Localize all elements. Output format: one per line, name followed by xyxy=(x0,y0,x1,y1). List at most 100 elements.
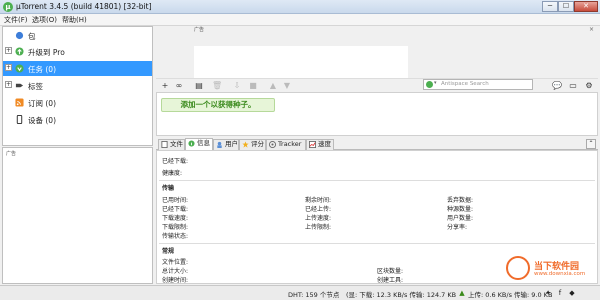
field-label: 分享率: xyxy=(447,224,468,231)
sidebar-item-label: 订阅 (0) xyxy=(28,99,57,108)
chat-icon[interactable]: 💬 xyxy=(552,81,562,91)
android-icon[interactable]: ◆ xyxy=(568,289,576,297)
transfer-section-title: 传输 xyxy=(162,185,175,192)
chevron-down-icon[interactable]: ▾ xyxy=(434,80,437,86)
sidebar-item-rss[interactable]: 订阅 (0) xyxy=(3,95,152,110)
delete-icon[interactable]: 🗑 xyxy=(212,81,222,91)
status-bar: DHT: 159 个节点 (显: 下载: 12.3 KB/s 传输: 124.7… xyxy=(0,285,600,300)
sidebar: 包 + 升级到 Pro + 任务 (0) + 标签 订阅 (0) 设备 (0) xyxy=(2,26,153,146)
divider xyxy=(159,243,595,244)
tab-files[interactable]: 文件 xyxy=(158,139,185,150)
close-button[interactable]: ✕ xyxy=(574,1,598,12)
tab-speed[interactable]: 速度 xyxy=(306,139,334,150)
twitter-icon[interactable]: ✦ xyxy=(544,289,552,297)
pro-icon xyxy=(15,47,24,56)
maximize-button[interactable]: ☐ xyxy=(558,1,574,12)
add-link-icon[interactable]: ∞ xyxy=(174,81,184,91)
utorrent-icon: µ xyxy=(3,2,13,12)
menu-file[interactable]: 文件(F) xyxy=(4,15,28,25)
facebook-icon[interactable]: f xyxy=(556,289,564,297)
sidebar-item-label: 升级到 Pro xyxy=(28,48,65,57)
upload-arrow-icon: ▲ xyxy=(459,289,465,297)
download-status[interactable]: (显: 下载: 12.3 KB/s 传输: 124.7 KB xyxy=(346,289,456,299)
field-label: 丢弃数据: xyxy=(447,197,474,204)
tab-info[interactable]: 信息 xyxy=(185,138,213,150)
speed-icon xyxy=(309,141,316,148)
ad-close-button[interactable]: × xyxy=(589,26,594,33)
field-label: 已用时间: xyxy=(162,197,189,204)
up-icon[interactable]: ▲ xyxy=(268,81,278,91)
field-label: 区块数量: xyxy=(377,268,404,275)
collapse-panel-button[interactable]: ⌃ xyxy=(586,139,596,149)
field-label: 创建时间: xyxy=(162,277,189,284)
bundle-icon xyxy=(15,31,24,40)
sidebar-item-label: 标签 xyxy=(28,82,43,91)
add-torrent-hint[interactable]: 添加一个以获得种子。 xyxy=(161,98,275,112)
tab-ratings[interactable]: 评分 xyxy=(239,139,266,150)
label-icon xyxy=(15,83,24,88)
expander[interactable]: + xyxy=(5,64,12,71)
down-icon[interactable]: ▼ xyxy=(282,81,292,91)
file-icon xyxy=(161,141,168,148)
ad-label: 广告 xyxy=(194,27,205,33)
title-bar: µ µTorrent 3.4.5 (build 41801) [32-bit] … xyxy=(0,0,600,14)
tab-label: 用户 xyxy=(225,140,238,148)
window-title: µTorrent 3.4.5 (build 41801) [32-bit] xyxy=(16,2,152,11)
tab-label: 速度 xyxy=(318,140,331,148)
search-placeholder: Antispace Search xyxy=(441,81,489,87)
ad-banner[interactable] xyxy=(194,46,408,78)
availability-label: 健康度: xyxy=(162,170,183,177)
info-icon xyxy=(188,140,195,147)
tab-label: Tracker xyxy=(278,140,302,148)
settings-icon[interactable]: ⚙ xyxy=(584,81,594,91)
search-provider-icon[interactable] xyxy=(426,81,433,88)
field-label: 用户数量: xyxy=(447,215,474,222)
ad-label: 广告 xyxy=(6,151,17,157)
upload-status[interactable]: 上传: 0.6 KB/s 传输: 9.0 KB xyxy=(468,289,552,299)
sidebar-item-devices[interactable]: 设备 (0) xyxy=(3,112,152,127)
stop-icon[interactable]: ■ xyxy=(248,81,258,91)
sidebar-item-torrents[interactable]: + 任务 (0) xyxy=(3,61,152,76)
create-torrent-icon[interactable]: ▤ xyxy=(194,81,204,91)
field-label: 上传限制: xyxy=(305,224,332,231)
sidebar-item-labels[interactable]: + 标签 xyxy=(3,78,152,93)
field-label: 上传速度: xyxy=(305,215,332,222)
search-input[interactable]: ▾ Antispace Search xyxy=(423,79,533,90)
sidebar-item-label: 设备 (0) xyxy=(28,116,57,125)
expander[interactable]: + xyxy=(5,81,12,88)
sidebar-item-bundle[interactable]: 包 xyxy=(3,28,152,43)
detail-tabs: 文件 信息 用户 评分 Tracker 速度 xyxy=(156,138,598,150)
minimize-button[interactable]: ─ xyxy=(542,1,558,12)
device-icon xyxy=(16,115,23,124)
add-icon[interactable]: + xyxy=(160,81,170,91)
field-label: 已经上传: xyxy=(305,206,332,213)
remote-icon[interactable]: ▭ xyxy=(568,81,578,91)
watermark-logo-icon xyxy=(506,256,530,280)
rss-icon xyxy=(15,98,24,107)
downloaded-label: 已经下载: xyxy=(162,158,189,165)
sidebar-item-pro[interactable]: + 升级到 Pro xyxy=(3,44,152,59)
tab-trackers[interactable]: Tracker xyxy=(266,139,306,150)
field-label: 创建工具: xyxy=(377,277,404,284)
ratings-icon xyxy=(242,141,249,148)
tab-peers[interactable]: 用户 xyxy=(213,139,239,150)
menu-help[interactable]: 帮助(H) xyxy=(62,15,87,25)
menu-options[interactable]: 选项(O) xyxy=(32,15,57,25)
tracker-icon xyxy=(269,141,276,148)
torrent-list[interactable]: 添加一个以获得种子。 xyxy=(156,92,598,136)
start-icon[interactable]: ⇩ xyxy=(232,81,242,91)
sidebar-item-label: 包 xyxy=(28,32,36,41)
site-watermark: 当下软件园 www.downxia.com xyxy=(506,256,598,284)
field-label: 下载限制: xyxy=(162,224,189,231)
sidebar-item-label: 任务 (0) xyxy=(28,65,57,74)
field-label: 总计大小: xyxy=(162,268,189,275)
expander[interactable]: + xyxy=(5,47,12,54)
field-label: 传输状态: xyxy=(162,233,189,240)
sidebar-ad-panel: 广告 xyxy=(2,147,153,284)
general-section-title: 常规 xyxy=(162,248,175,255)
field-label: 已经下载: xyxy=(162,206,189,213)
torrents-icon xyxy=(15,64,24,73)
peers-icon xyxy=(217,141,222,148)
field-label: 剩余时间: xyxy=(305,197,332,204)
field-label: 文件位置: xyxy=(162,259,189,266)
